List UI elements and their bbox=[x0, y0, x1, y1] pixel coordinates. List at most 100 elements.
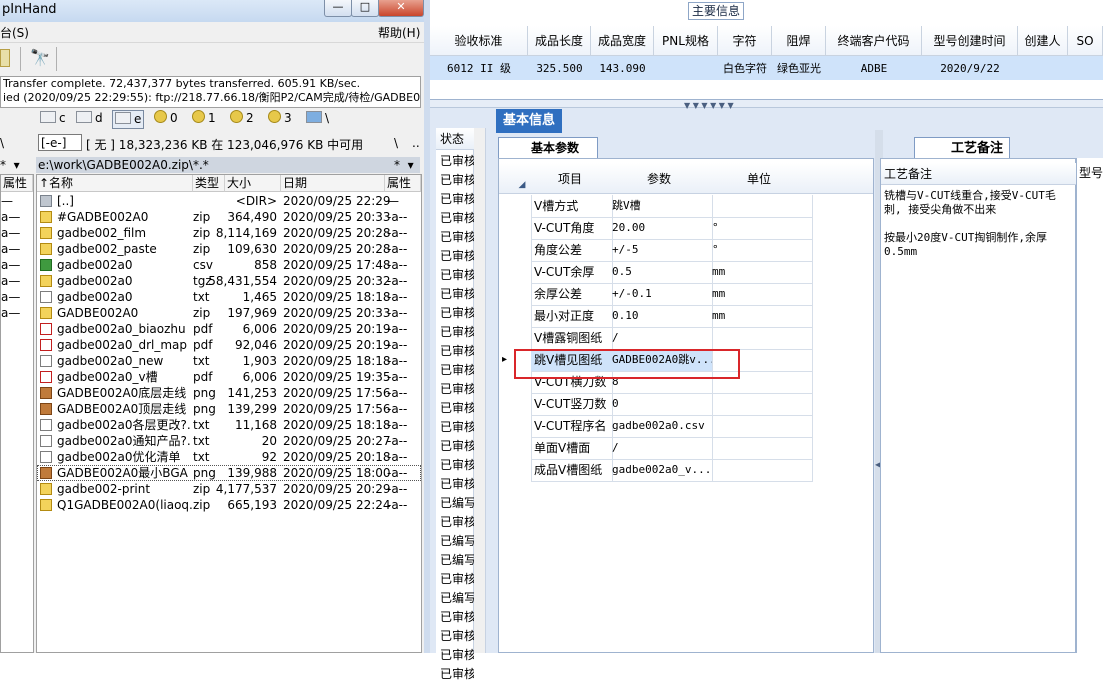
left-file-attr[interactable]: a— bbox=[1, 241, 33, 257]
file-row[interactable]: GADBE002A0 zip 197,969 2020/09/25 20:33 -a-- bbox=[37, 305, 421, 321]
drive-3-button[interactable]: 3 bbox=[268, 110, 292, 127]
param-value[interactable]: +/-5 bbox=[609, 239, 713, 262]
status-item[interactable]: 已审核 bbox=[440, 171, 474, 190]
status-item[interactable]: 已审核 bbox=[440, 209, 474, 228]
status-item[interactable]: 已审核 bbox=[440, 570, 474, 589]
param-value[interactable]: 0.5 bbox=[609, 261, 713, 284]
ftp-connect-icon[interactable] bbox=[0, 49, 10, 67]
drive-combo[interactable]: [-e-] bbox=[38, 134, 82, 151]
file-row[interactable]: gadbe002a0_biaozhu pdf 6,006 2020/09/25 20:… bbox=[37, 321, 421, 337]
grid-data-row[interactable]: 6012 II 级 325.500 143.090 白色字符 绿色亚光 ADBE 2020/… bbox=[430, 56, 1103, 80]
network-button[interactable]: \ bbox=[306, 110, 329, 127]
left-attr-header[interactable]: 属性 bbox=[1, 175, 33, 192]
status-item[interactable]: 已审核 bbox=[440, 380, 474, 399]
left-panel-path[interactable]: \ bbox=[0, 136, 4, 150]
param-value[interactable]: gadbe002a0.csv bbox=[609, 415, 713, 438]
left-file-attr[interactable]: a— bbox=[1, 273, 33, 289]
file-row[interactable]: GADBE002A0底层走线 png 141,253 2020/09/25 17:56… bbox=[37, 385, 421, 401]
drive-e-button[interactable]: e bbox=[112, 110, 145, 129]
left-file-attr[interactable]: a— bbox=[1, 225, 33, 241]
status-item[interactable]: 已审核 bbox=[440, 399, 474, 418]
status-item[interactable]: 已审核 bbox=[440, 418, 474, 437]
param-row[interactable]: V槽方式 跳V槽 bbox=[499, 195, 873, 218]
basic-params-tab[interactable]: 基本参数 bbox=[498, 137, 598, 159]
left-file-attr[interactable]: a— bbox=[1, 209, 33, 225]
grid-header-cell[interactable]: 成品长度 bbox=[528, 26, 591, 56]
grid-data-cell[interactable]: 143.090 bbox=[591, 56, 654, 80]
param-row[interactable]: 单面V槽面 / bbox=[499, 437, 873, 460]
param-row[interactable]: V-CUT竖刀数 0 bbox=[499, 393, 873, 416]
history-dropdown-icon[interactable]: * ▾ bbox=[394, 157, 414, 173]
grid-header-cell[interactable]: PNL规格 bbox=[654, 26, 718, 56]
status-item[interactable]: 已审核 bbox=[440, 228, 474, 247]
file-row[interactable]: gadbe002a0 csv 858 2020/09/25 17:48 -a-- bbox=[37, 257, 421, 273]
menu-item-start[interactable]: 台(S) bbox=[0, 24, 29, 41]
param-row[interactable]: V槽露铜图纸 / bbox=[499, 327, 873, 350]
status-item[interactable]: 已审核 bbox=[440, 323, 474, 342]
col-header-date[interactable]: 日期 bbox=[281, 175, 385, 192]
grid-header-cell[interactable]: 成品宽度 bbox=[591, 26, 654, 56]
status-item[interactable]: 已审核 bbox=[440, 456, 474, 475]
status-item[interactable]: 已审核 bbox=[440, 361, 474, 380]
file-row[interactable]: Q1GADBE002A0(liaoq.. zip 665,193 2020/09/25… bbox=[37, 497, 421, 513]
file-row[interactable]: gadbe002a0通知产品?. txt 20 2020/09/25 20:27 -a-… bbox=[37, 433, 421, 449]
status-item[interactable]: 已审核 bbox=[440, 627, 474, 646]
status-item[interactable]: 已编写 bbox=[440, 551, 474, 570]
status-item[interactable]: 已审核 bbox=[440, 646, 474, 665]
grid-header-cell[interactable]: 型号创建时间 bbox=[922, 26, 1018, 56]
status-item[interactable]: 已审核 bbox=[440, 152, 474, 171]
col-header-attr[interactable]: 属性 bbox=[385, 175, 421, 192]
left-file-attr[interactable]: a— bbox=[1, 305, 33, 321]
status-item[interactable]: 已审核 bbox=[440, 475, 474, 494]
binoculars-icon[interactable]: 🔭 bbox=[30, 48, 50, 68]
file-row[interactable]: gadbe002a0优化清单 txt 92 2020/09/25 20:18 -a-- bbox=[37, 449, 421, 465]
left-file-attr[interactable]: a— bbox=[1, 257, 33, 273]
root-button[interactable]: \ bbox=[394, 136, 398, 150]
left-panel-sort-icon[interactable]: * ▾ bbox=[0, 157, 34, 173]
status-item[interactable]: 已审核 bbox=[440, 513, 474, 532]
grid-header-cell[interactable]: 阻焊 bbox=[772, 26, 826, 56]
param-value[interactable]: / bbox=[609, 437, 713, 460]
title-bar[interactable]: pInHand — □ ✕ bbox=[0, 0, 424, 22]
status-item[interactable]: 已编写 bbox=[440, 589, 474, 608]
parent-button[interactable]: .. bbox=[412, 136, 420, 150]
status-item[interactable]: 已审核 bbox=[440, 437, 474, 456]
drive-c-button[interactable]: c bbox=[40, 110, 66, 127]
status-item[interactable]: 已审核 bbox=[440, 190, 474, 209]
drive-d-button[interactable]: d bbox=[76, 110, 103, 127]
status-item[interactable]: 已审核 bbox=[440, 266, 474, 285]
status-item[interactable]: 已审核 bbox=[440, 247, 474, 266]
drive-0-button[interactable]: 0 bbox=[154, 110, 178, 127]
param-value[interactable]: / bbox=[609, 327, 713, 350]
param-value[interactable]: 0 bbox=[609, 393, 713, 416]
file-row[interactable]: gadbe002a0_new txt 1,903 2020/09/25 18:18 -a… bbox=[37, 353, 421, 369]
left-file-attr[interactable]: — bbox=[1, 193, 33, 209]
param-row[interactable]: V-CUT余厚 0.5 mm bbox=[499, 261, 873, 284]
file-row[interactable]: gadbe002a0各层更改?. txt 11,168 2020/09/25 18:1… bbox=[37, 417, 421, 433]
param-row[interactable]: V-CUT角度 20.00 ° bbox=[499, 217, 873, 240]
file-row[interactable]: gadbe002_paste zip 109,630 2020/09/25 20:28… bbox=[37, 241, 421, 257]
horizontal-splitter[interactable]: ▼ ▼ ▼ ▼ ▼ ▼ bbox=[430, 100, 1103, 110]
param-value[interactable]: 20.00 bbox=[609, 217, 713, 240]
grid-data-cell[interactable]: 2020/9/22 bbox=[922, 56, 1018, 80]
status-item[interactable]: 已编写 bbox=[440, 494, 474, 513]
col-header-size[interactable]: 大小 bbox=[225, 175, 281, 192]
file-row[interactable]: GADBE002A0最小BGA png 139,988 2020/09/25 18:0… bbox=[37, 465, 421, 481]
grid-header-cell[interactable]: 终端客户代码 bbox=[826, 26, 922, 56]
status-item[interactable]: 已审核 bbox=[440, 608, 474, 627]
basic-info-tab[interactable]: 基本信息 bbox=[496, 109, 562, 133]
param-value[interactable]: 跳V槽 bbox=[609, 195, 713, 218]
file-row[interactable]: gadbe002a0_v槽 pdf 6,006 2020/09/25 19:35 -a-… bbox=[37, 369, 421, 385]
param-row[interactable]: V-CUT程序名 gadbe002a0.csv bbox=[499, 415, 873, 438]
main-info-tab[interactable]: 主要信息 bbox=[688, 2, 744, 20]
param-row[interactable]: 最小对正度 0.10 mm bbox=[499, 305, 873, 328]
maximize-button[interactable]: □ bbox=[351, 0, 379, 17]
param-value[interactable]: gadbe002a0_v... bbox=[609, 459, 713, 482]
grid-data-cell[interactable] bbox=[1018, 56, 1068, 80]
param-value[interactable]: 0.10 bbox=[609, 305, 713, 328]
status-item[interactable]: 已审核 bbox=[440, 304, 474, 323]
drive-2-button[interactable]: 2 bbox=[230, 110, 254, 127]
minimize-button[interactable]: — bbox=[324, 0, 352, 17]
drive-1-button[interactable]: 1 bbox=[192, 110, 216, 127]
file-row[interactable]: gadbe002a0 txt 1,465 2020/09/25 18:18 -a-- bbox=[37, 289, 421, 305]
